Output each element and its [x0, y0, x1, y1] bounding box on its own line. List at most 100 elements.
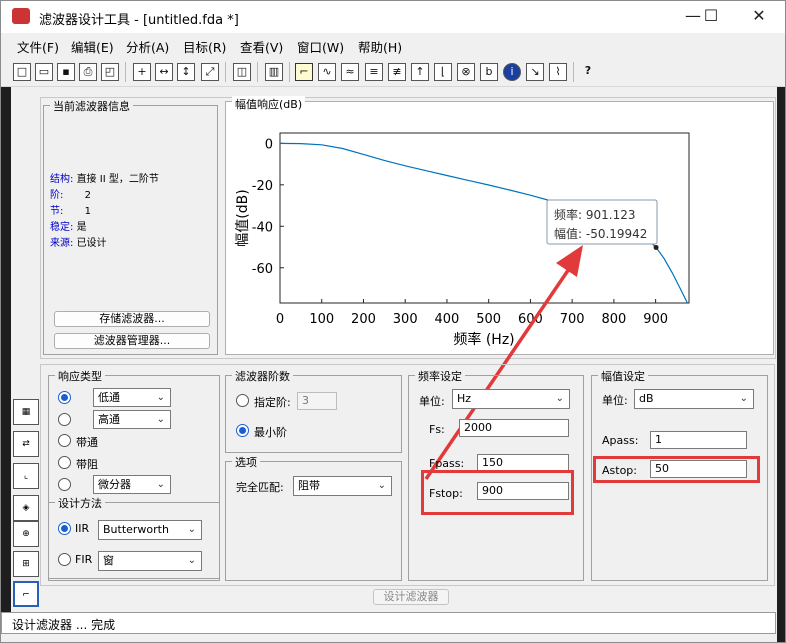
magnitude-response-icon[interactable]: ⌐ — [295, 63, 313, 81]
fs-input[interactable]: 2000 — [459, 419, 569, 437]
y-axis-label: 幅值(dB) — [235, 189, 251, 246]
noise-icon[interactable]: ⌇ — [549, 63, 567, 81]
title-bar: 滤波器设计工具 - [untitled.fda *] — ☐ ✕ — [1, 1, 785, 33]
bandstop-label: 带阻 — [76, 458, 98, 471]
filter-order-title: 滤波器阶数 — [232, 368, 293, 384]
new-file-icon[interactable]: □ — [13, 63, 31, 81]
info-value-source: 已设计 — [76, 238, 107, 249]
menu-view[interactable]: 查看(V) — [240, 37, 283, 56]
info-icon[interactable]: i — [503, 63, 521, 81]
info-value-sections: 1 — [84, 206, 91, 217]
import-icon[interactable]: ⌞ — [13, 463, 39, 489]
menu-edit[interactable]: 编辑(E) — [71, 37, 114, 56]
info-key-sections: 节: — [50, 206, 64, 217]
apass-input[interactable]: 1 — [650, 431, 747, 449]
menu-help[interactable]: 帮助(H) — [358, 37, 402, 56]
highpass-select[interactable]: 高通 ⌄ — [93, 410, 171, 429]
x-tick-label: 800 — [601, 312, 626, 327]
magnitude-spec-title: 幅值设定 — [598, 368, 648, 384]
print-preview-icon[interactable]: ◰ — [101, 63, 119, 81]
group-delay-icon[interactable]: ≡ — [365, 63, 383, 81]
options-title: 选项 — [232, 454, 260, 470]
info-key-source: 来源: — [50, 238, 74, 249]
options-panel: 选项 完全匹配: 阻带 ⌄ — [225, 454, 402, 581]
iir-label: IIR — [75, 522, 90, 535]
x-tick-label: 200 — [351, 312, 376, 327]
right-dark-strip — [777, 87, 785, 642]
match-exactly-label: 完全匹配: — [236, 481, 284, 494]
design-panel-icon[interactable]: ▥ — [265, 63, 283, 81]
lowpass-select[interactable]: 低通 ⌄ — [93, 388, 171, 407]
step-response-icon[interactable]: ⌊ — [434, 63, 452, 81]
coefficients-icon[interactable]: b — [480, 63, 498, 81]
radio-bandpass[interactable] — [58, 434, 71, 447]
left-dark-strip — [1, 87, 11, 612]
menu-analysis[interactable]: 分析(A) — [126, 37, 169, 56]
mag-units-select[interactable]: dB ⌄ — [634, 389, 754, 409]
iir-method-select[interactable]: Butterworth ⌄ — [98, 520, 202, 540]
maximize-button[interactable]: ☐ — [691, 5, 731, 29]
save-icon[interactable]: ▪ — [57, 63, 75, 81]
x-tick-label: 900 — [643, 312, 668, 327]
datatip-marker[interactable] — [653, 244, 659, 250]
whats-this-icon[interactable]: ? — [579, 63, 597, 81]
x-tick-label: 100 — [309, 312, 334, 327]
current-filter-info-panel: 当前滤波器信息 结构: 直接 II 型，二阶节 阶: 2 节: 1 稳定: 是 … — [43, 98, 218, 355]
zoom-x-icon[interactable]: ↔ — [155, 63, 173, 81]
quantize-icon[interactable]: ⇄ — [13, 431, 39, 457]
close-button[interactable]: ✕ — [739, 5, 779, 29]
info-value-structure: 直接 II 型，二阶节 — [76, 174, 159, 185]
fir-label: FIR — [75, 553, 93, 566]
datatip-frequency: 频率: 901.123 — [554, 207, 635, 222]
minimum-order-label: 最小阶 — [254, 426, 287, 439]
fs-label: Fs: — [429, 423, 445, 436]
info-key-order: 阶: — [50, 190, 64, 201]
zoom-in-icon[interactable]: + — [133, 63, 151, 81]
menu-window[interactable]: 窗口(W) — [297, 37, 344, 56]
apass-label: Apass: — [602, 434, 639, 447]
mag-phase-icon[interactable]: ≈ — [341, 63, 359, 81]
store-filter-button[interactable]: 存储滤波器... — [54, 311, 210, 327]
differentiator-select[interactable]: 微分器 ⌄ — [93, 475, 171, 494]
cost-icon[interactable]: ↘ — [526, 63, 544, 81]
radio-fir[interactable] — [58, 553, 71, 566]
pole-zero-editor-icon[interactable]: ⊕ — [13, 521, 39, 547]
multirate-icon[interactable]: ⊞ — [13, 551, 39, 577]
design-method-panel: 设计方法 IIR Butterworth ⌄ FIR 窗 ⌄ — [48, 495, 220, 581]
realize-icon[interactable]: ◈ — [13, 495, 39, 521]
open-folder-icon[interactable]: ▭ — [35, 63, 53, 81]
fir-method-select[interactable]: 窗 ⌄ — [98, 551, 202, 571]
design-filter-side-icon[interactable]: ⌐ — [13, 581, 39, 607]
print-icon[interactable]: ⎙ — [79, 63, 97, 81]
phase-delay-icon[interactable]: ≢ — [388, 63, 406, 81]
freq-units-label: 单位: — [419, 395, 445, 408]
response-type-title: 响应类型 — [55, 368, 105, 384]
x-tick-label: 0 — [276, 312, 284, 327]
radio-differentiator[interactable] — [58, 478, 71, 491]
full-view-icon[interactable]: ⤢ — [201, 63, 219, 81]
transform-icon[interactable]: ▦ — [13, 399, 39, 425]
radio-iir[interactable] — [58, 522, 71, 535]
radio-specify-order[interactable] — [236, 394, 249, 407]
match-exactly-select[interactable]: 阻带 ⌄ — [293, 476, 392, 496]
impulse-response-icon[interactable]: ↑ — [411, 63, 429, 81]
y-tick-label: -60 — [252, 262, 273, 277]
design-filter-button[interactable]: 设计滤波器 — [373, 589, 449, 605]
filter-manager-button[interactable]: 滤波器管理器... — [54, 333, 210, 349]
radio-lowpass[interactable] — [58, 391, 71, 404]
menu-targets[interactable]: 目标(R) — [183, 37, 226, 56]
phase-response-icon[interactable]: ∿ — [318, 63, 336, 81]
radio-bandstop[interactable] — [58, 456, 71, 469]
radio-minimum-order[interactable] — [236, 424, 249, 437]
design-method-title: 设计方法 — [55, 495, 105, 511]
info-key-structure: 结构: — [50, 174, 74, 185]
pole-zero-icon[interactable]: ⊗ — [457, 63, 475, 81]
menu-bar: 文件(F) 编辑(E) 分析(A) 目标(R) 查看(V) 窗口(W) 帮助(H… — [1, 34, 785, 56]
freq-units-select[interactable]: Hz ⌄ — [452, 389, 570, 409]
radio-highpass[interactable] — [58, 413, 71, 426]
filter-order-panel: 滤波器阶数 指定阶: 3 最小阶 — [225, 368, 402, 453]
menu-file[interactable]: 文件(F) — [17, 37, 59, 56]
order-input[interactable]: 3 — [297, 392, 337, 410]
new-figure-icon[interactable]: ◫ — [233, 63, 251, 81]
zoom-y-icon[interactable]: ↕ — [177, 63, 195, 81]
